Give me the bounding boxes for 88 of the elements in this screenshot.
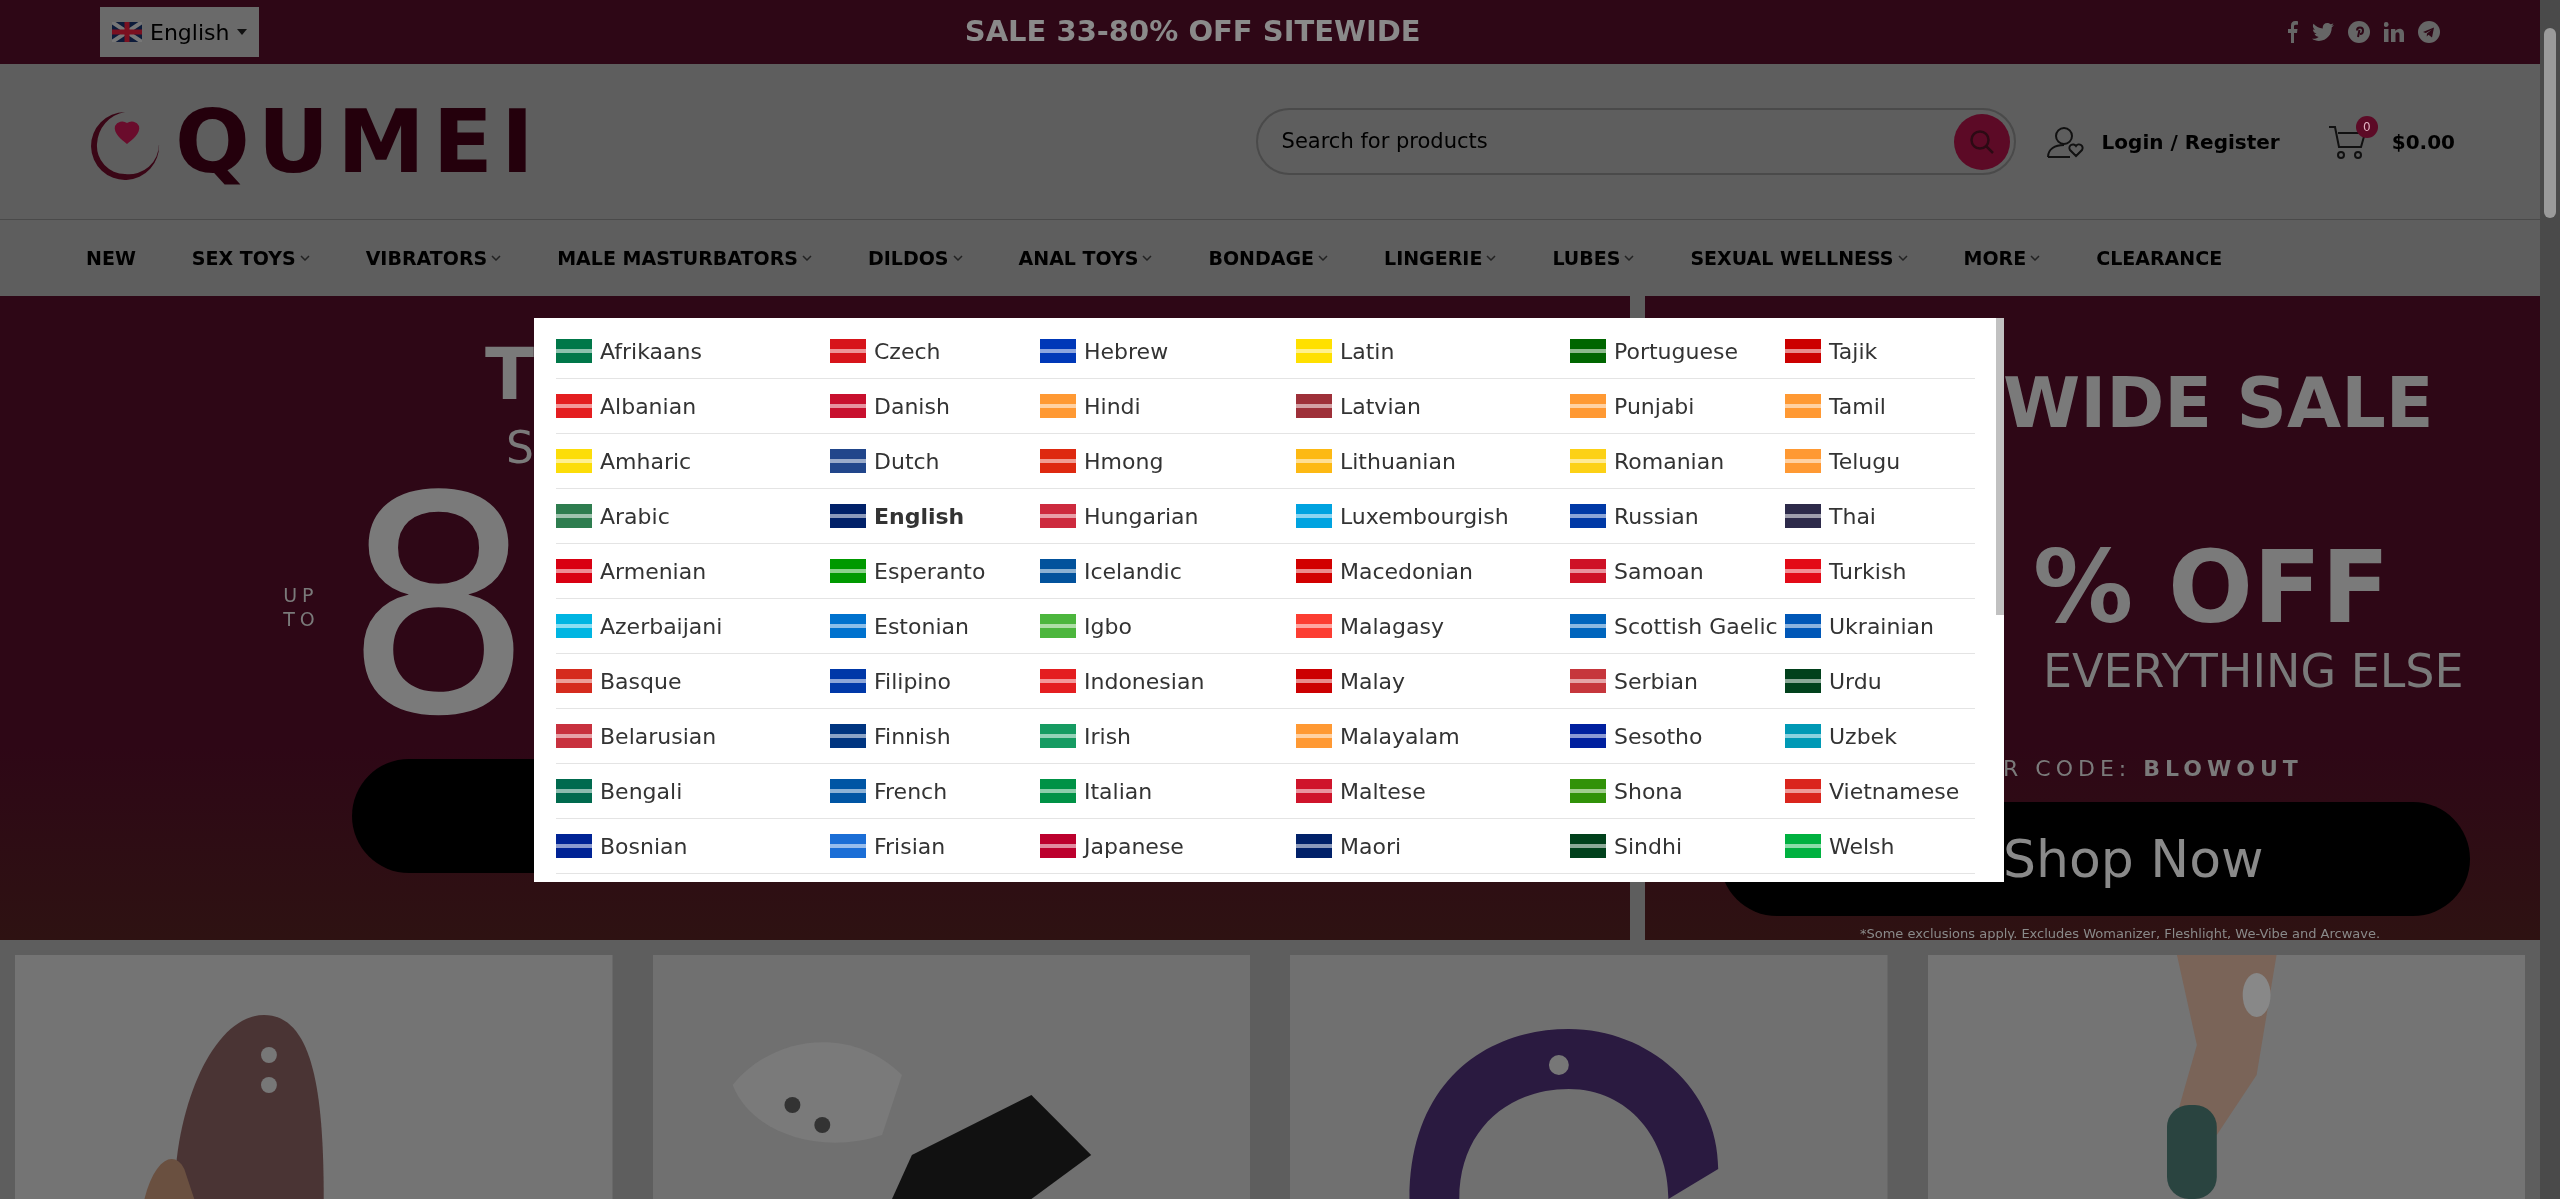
caret-icon — [237, 28, 248, 36]
language-option[interactable]: Lithuanian — [1296, 434, 1570, 489]
language-option[interactable]: Russian — [1570, 489, 1785, 544]
language-option[interactable]: Frisian — [830, 819, 1040, 874]
language-option[interactable]: Scottish Gaelic — [1570, 599, 1785, 654]
language-option[interactable]: Irish — [1040, 709, 1296, 764]
linkedin-icon[interactable] — [2384, 22, 2404, 42]
language-option[interactable]: Basque — [556, 654, 830, 709]
language-option[interactable]: Shona — [1570, 764, 1785, 819]
language-option[interactable]: Latin — [1296, 324, 1570, 379]
pinterest-icon[interactable] — [2348, 21, 2370, 43]
language-option[interactable]: Filipino — [830, 654, 1040, 709]
language-option[interactable]: English — [830, 489, 1040, 544]
language-option[interactable]: Sesotho — [1570, 709, 1785, 764]
flag-icon — [112, 22, 142, 42]
banner-subline: EVERYTHING ELSE — [2042, 648, 2465, 694]
promo-text: SALE 33-80% OFF SITEWIDE — [963, 13, 1422, 51]
language-option[interactable]: Malagasy — [1296, 599, 1570, 654]
language-option[interactable]: Vietnamese — [1785, 764, 1975, 819]
language-option[interactable]: Portuguese — [1570, 324, 1785, 379]
language-option[interactable]: Italian — [1040, 764, 1296, 819]
language-option[interactable]: Hindi — [1040, 379, 1296, 434]
language-option[interactable]: Romanian — [1570, 434, 1785, 489]
language-select[interactable]: English — [100, 7, 260, 57]
language-option[interactable]: Arabic — [556, 489, 830, 544]
language-option[interactable]: Malayalam — [1296, 709, 1570, 764]
promo-code: R CODE: BLOWOUT — [2003, 758, 2304, 780]
language-option[interactable]: Afrikaans — [556, 324, 830, 379]
language-option[interactable]: Macedonian — [1296, 544, 1570, 599]
language-option[interactable]: Czech — [830, 324, 1040, 379]
language-option[interactable]: Bosnian — [556, 819, 830, 874]
language-option[interactable]: Hebrew — [1040, 324, 1296, 379]
disclaimer-text: *Some exclusions apply. Excludes Womanizer, Fleshlight, We-Vibe and Arcwave. — [1860, 925, 2382, 940]
telegram-icon[interactable] — [2418, 21, 2440, 43]
language-option[interactable]: Dutch — [830, 434, 1040, 489]
discount-number: 8 — [343, 480, 534, 735]
language-option[interactable]: Telugu — [1785, 434, 1975, 489]
language-option[interactable]: Maltese — [1296, 764, 1570, 819]
language-option[interactable]: Thai — [1785, 489, 1975, 544]
language-option[interactable]: Icelandic — [1040, 544, 1296, 599]
language-option[interactable]: Belarusian — [556, 709, 830, 764]
language-option[interactable]: Japanese — [1040, 819, 1296, 874]
language-option[interactable]: Maori — [1296, 819, 1570, 874]
search-bar[interactable]: Search for products — [1255, 108, 2016, 175]
language-option[interactable]: Albanian — [556, 379, 830, 434]
language-option[interactable]: Welsh — [1785, 819, 1975, 874]
language-option[interactable]: Serbian — [1570, 654, 1785, 709]
facebook-icon[interactable] — [2286, 21, 2298, 43]
language-option[interactable]: Sindhi — [1570, 819, 1785, 874]
search-field[interactable]: Search for products — [1279, 124, 1954, 159]
language-option[interactable]: French — [830, 764, 1040, 819]
language-option[interactable]: Amharic — [556, 434, 830, 489]
language-option[interactable]: Tajik — [1785, 324, 1975, 379]
scrollbar[interactable] — [2540, 0, 2560, 1199]
language-option[interactable]: Esperanto — [830, 544, 1040, 599]
up-to-text: UP TO — [283, 583, 321, 632]
language-option[interactable]: Hungarian — [1040, 489, 1296, 544]
user-icon — [2045, 124, 2086, 159]
language-option[interactable]: Urdu — [1785, 654, 1975, 709]
language-option[interactable]: Malay — [1296, 654, 1570, 709]
banner-title: WIDE SALE — [2003, 368, 2435, 438]
scrollbar[interactable] — [1996, 318, 2004, 615]
banner-title: T — [484, 338, 534, 410]
language-option[interactable]: Ukrainian — [1785, 599, 1975, 654]
language-option[interactable]: Punjabi — [1570, 379, 1785, 434]
cart-count: 0 — [2355, 115, 2378, 138]
search-button[interactable] — [1953, 113, 2010, 170]
language-option[interactable]: Tamil — [1785, 379, 1975, 434]
language-option[interactable]: Luxembourgish — [1296, 489, 1570, 544]
discount-text: % OFF — [2032, 538, 2391, 638]
banner-subtitle: S — [506, 426, 534, 470]
cart-total: $0.00 — [2391, 128, 2455, 156]
language-option[interactable]: Finnish — [830, 709, 1040, 764]
language-option[interactable]: Azerbaijani — [556, 599, 830, 654]
search-icon — [1968, 128, 1995, 155]
language-option[interactable]: Igbo — [1040, 599, 1296, 654]
language-option[interactable]: Estonian — [830, 599, 1040, 654]
language-option[interactable]: Latvian — [1296, 379, 1570, 434]
logo-text: QUMEI — [175, 97, 542, 186]
language-option[interactable]: Danish — [830, 379, 1040, 434]
language-option[interactable]: Bengali — [556, 764, 830, 819]
language-option[interactable]: Turkish — [1785, 544, 1975, 599]
language-option[interactable]: Uzbek — [1785, 709, 1975, 764]
language-option[interactable]: Indonesian — [1040, 654, 1296, 709]
language-option[interactable]: Hmong — [1040, 434, 1296, 489]
twitter-icon[interactable] — [2312, 23, 2334, 41]
language-option[interactable]: Armenian — [556, 544, 830, 599]
language-option[interactable]: Samoan — [1570, 544, 1785, 599]
